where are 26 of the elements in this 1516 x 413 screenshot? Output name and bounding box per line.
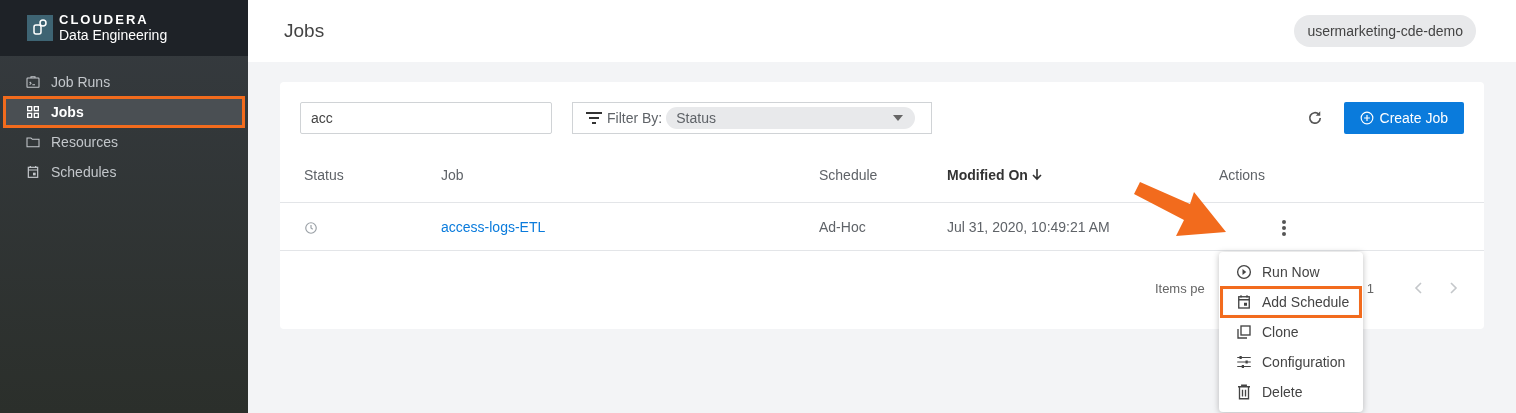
menu-item[interactable]: Clone xyxy=(1219,317,1363,347)
environment-pill[interactable]: usermarketing-cde-demo xyxy=(1294,15,1476,47)
table-cell-text: Ad-Hoc xyxy=(819,218,867,235)
menu-item[interactable]: Delete xyxy=(1219,377,1363,407)
column-header: Status xyxy=(304,166,344,183)
pagination-label: Items pe xyxy=(1154,280,1205,296)
company-name: CLOUDERA xyxy=(59,13,150,27)
sidebar-item[interactable]: Job Runs xyxy=(5,68,243,96)
job-link[interactable]: access-logs-ETL xyxy=(441,218,819,235)
search-field[interactable]: acc xyxy=(300,102,552,134)
page-title: Jobs xyxy=(284,20,325,42)
sidebar-item[interactable]: Jobs xyxy=(5,98,243,126)
pagination-range: 1 xyxy=(1366,280,1374,296)
column-header: Schedule xyxy=(819,166,878,183)
column-header: Job xyxy=(441,166,464,183)
sidebar-item[interactable]: Schedules xyxy=(5,158,243,186)
sidebar-item[interactable]: Resources xyxy=(5,128,243,156)
filter-field[interactable]: Filter By: Status xyxy=(572,102,932,134)
table-cell-text: Jul 31, 2020, 10:49:21 AM xyxy=(947,218,1111,235)
menu-item[interactable]: Run Now xyxy=(1219,257,1363,287)
product-name: Data Engineering xyxy=(59,27,168,43)
column-header: Actions xyxy=(1219,166,1265,183)
menu-item[interactable]: Configuration xyxy=(1219,347,1363,377)
menu-item[interactable]: Add Schedule xyxy=(1221,287,1361,317)
column-header[interactable]: Modified On xyxy=(947,166,1042,183)
create-job-button[interactable]: Create Job xyxy=(1343,102,1464,134)
